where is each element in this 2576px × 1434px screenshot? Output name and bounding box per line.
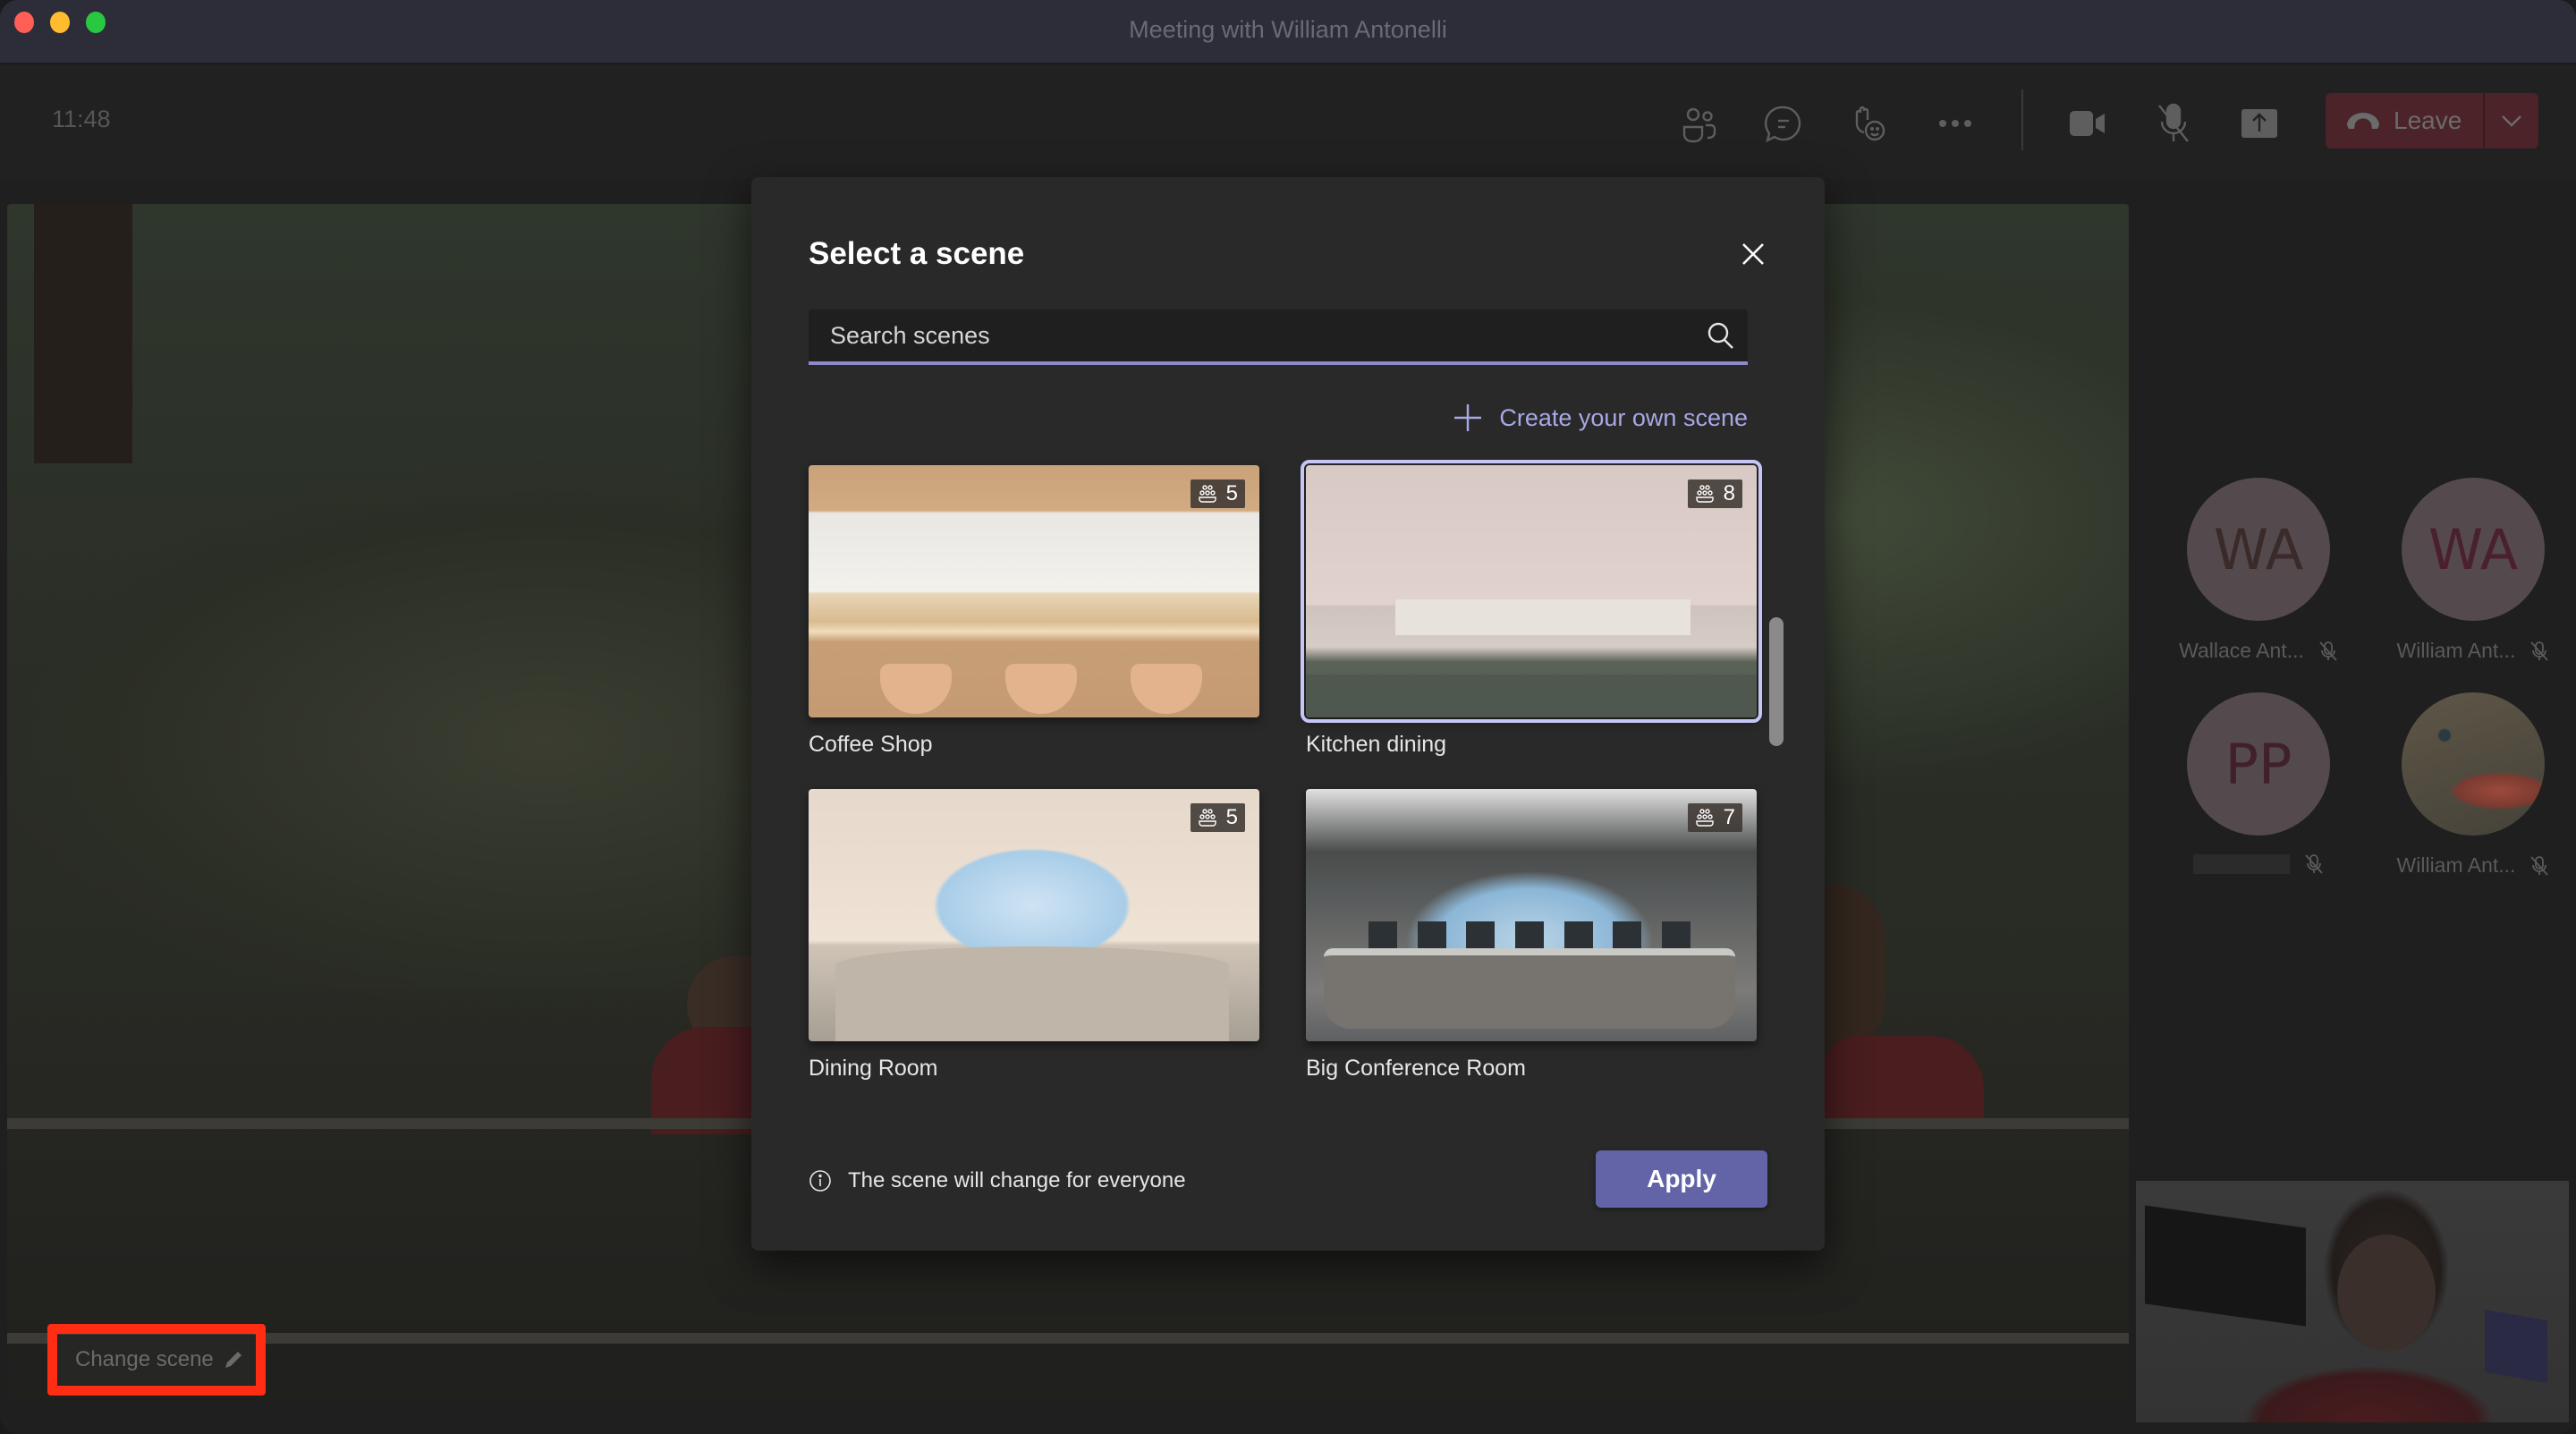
- scene-thumbnail: 5: [809, 465, 1259, 717]
- participant-tile[interactable]: WA William Ant...: [2375, 478, 2572, 663]
- info-note: The scene will change for everyone: [809, 1168, 1186, 1193]
- scene-card-big-conference-room[interactable]: 7 Big Conference Room: [1306, 789, 1757, 1082]
- thumbnail-table: [835, 946, 1229, 1041]
- chat-icon: [1765, 106, 1801, 143]
- chevron-down-icon: [2502, 115, 2521, 127]
- mic-off-icon: [2305, 854, 2323, 874]
- info-text: The scene will change for everyone: [848, 1168, 1186, 1192]
- raise-hand-icon: [1855, 106, 1885, 141]
- scene-participant: [1823, 1036, 1984, 1125]
- scene-card-kitchen-dining[interactable]: 8 Kitchen dining: [1301, 460, 1762, 758]
- leave-button-group: Leave: [2326, 93, 2538, 148]
- search-field: [809, 310, 1748, 365]
- scene-grid: 5 Coffee Shop 8 Kitchen dining 5 Dining …: [809, 460, 1762, 1270]
- apply-button[interactable]: Apply: [1596, 1150, 1767, 1208]
- window-title: Meeting with William Antonelli: [1129, 16, 1447, 43]
- more-options-button[interactable]: [1928, 97, 1982, 150]
- capacity-count: 7: [1723, 805, 1735, 829]
- camera-icon: [2070, 111, 2105, 136]
- info-icon: [809, 1170, 831, 1192]
- mic-off-icon: [2530, 855, 2549, 876]
- people-group-icon: [1695, 809, 1714, 827]
- avatar: WA: [2402, 478, 2545, 621]
- dialog-title: Select a scene: [809, 236, 1025, 271]
- people-icon: [1682, 107, 1716, 143]
- search-input[interactable]: [809, 321, 1694, 350]
- toolbar-divider: [2021, 89, 2023, 150]
- scene-card-dining-room[interactable]: 5 Dining Room: [809, 789, 1259, 1082]
- capacity-badge: 5: [1190, 479, 1245, 508]
- capacity-badge: 5: [1190, 803, 1245, 832]
- chat-button[interactable]: [1757, 97, 1810, 150]
- change-scene-button[interactable]: Change scene: [57, 1335, 256, 1385]
- close-dialog-button[interactable]: [1735, 236, 1771, 272]
- share-button[interactable]: [2233, 97, 2286, 150]
- capacity-count: 5: [1225, 481, 1238, 505]
- scene-thumbnail: 7: [1306, 789, 1757, 1041]
- thumbnail-counter: [1395, 599, 1690, 635]
- participant-name: Wallace Ant...: [2179, 639, 2304, 662]
- more-icon: [1939, 120, 1971, 127]
- people-group-icon: [1198, 809, 1216, 827]
- participant-name-redacted: [2193, 854, 2290, 874]
- people-group-icon: [1695, 485, 1714, 503]
- meeting-toolbar: 11:48 Leave: [0, 64, 2576, 179]
- mic-off-icon: [2319, 641, 2337, 661]
- people-button[interactable]: [1673, 97, 1726, 150]
- capacity-badge: 7: [1687, 803, 1742, 832]
- thumbnail-stools: [880, 664, 1202, 717]
- scene-ledge: [7, 1333, 2129, 1344]
- thumbnail-table: [1324, 948, 1735, 1029]
- thumbnail-chairs: [1368, 921, 1690, 948]
- reactions-button[interactable]: [1843, 97, 1896, 150]
- create-scene-link[interactable]: Create your own scene: [1453, 403, 1748, 433]
- title-bar: Meeting with William Antonelli: [0, 0, 2576, 64]
- participant-tile[interactable]: William Ant...: [2375, 692, 2572, 878]
- mic-off-icon: [2530, 641, 2549, 661]
- scene-list-scrollbar[interactable]: [1769, 617, 1784, 746]
- scene-name: Big Conference Room: [1306, 1056, 1526, 1081]
- leave-label: Leave: [2394, 106, 2462, 134]
- scene-thumbnail: 8: [1301, 460, 1762, 723]
- close-icon: [1742, 243, 1764, 265]
- scene-thumbnail: 5: [809, 789, 1259, 1041]
- select-scene-dialog: Select a scene Create your own scene: [751, 177, 1825, 1251]
- scene-name: Dining Room: [809, 1056, 938, 1081]
- background-tv: [2145, 1205, 2306, 1327]
- scene-tree-trunk: [34, 204, 132, 463]
- hang-up-icon: [2347, 113, 2379, 129]
- leave-options-button[interactable]: [2485, 93, 2538, 148]
- camera-button[interactable]: [2061, 97, 2114, 150]
- scene-card-coffee-shop[interactable]: 5 Coffee Shop: [809, 465, 1259, 758]
- mic-off-icon: [2158, 103, 2189, 142]
- search-icon[interactable]: [1694, 321, 1748, 350]
- scene-name: Coffee Shop: [809, 732, 933, 757]
- capacity-badge: 8: [1687, 479, 1742, 508]
- plus-icon: [1454, 404, 1482, 431]
- thumbnail-sofa: [1306, 675, 1757, 717]
- participant-name: William Ant...: [2396, 853, 2516, 877]
- participant-tile[interactable]: WA Wallace Ant...: [2160, 478, 2357, 663]
- self-video-preview[interactable]: [2136, 1181, 2569, 1422]
- avatar: PP: [2187, 692, 2330, 836]
- capacity-count: 5: [1225, 805, 1238, 829]
- create-scene-label: Create your own scene: [1499, 403, 1748, 431]
- pencil-icon: [225, 1352, 242, 1368]
- participant-tile[interactable]: PP: [2160, 692, 2357, 875]
- microphone-button[interactable]: [2147, 97, 2200, 150]
- people-group-icon: [1198, 485, 1216, 503]
- share-icon: [2241, 109, 2277, 138]
- leave-button[interactable]: Leave: [2326, 93, 2485, 148]
- self-face: [2337, 1235, 2436, 1351]
- scene-name: Kitchen dining: [1306, 732, 1447, 757]
- meeting-clock: 11:48: [52, 106, 111, 132]
- capacity-count: 8: [1723, 481, 1735, 505]
- change-scene-label: Change scene: [75, 1347, 214, 1371]
- participant-name: William Ant...: [2396, 639, 2516, 662]
- avatar: WA: [2187, 478, 2330, 621]
- avatar-photo: [2402, 692, 2545, 836]
- background-art: [2485, 1309, 2547, 1384]
- teams-meeting-window: Meeting with William Antonelli 11:48 Lea…: [0, 0, 2576, 1434]
